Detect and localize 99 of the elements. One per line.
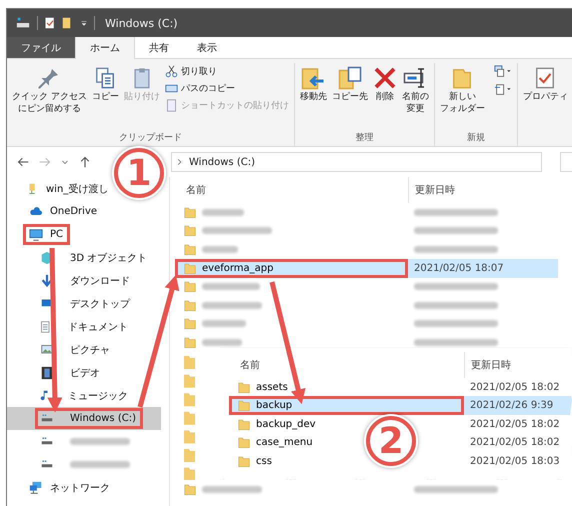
drive-icon (15, 16, 31, 30)
folder-icon (184, 298, 196, 312)
file-date: 2021/02/05 18:02 (469, 418, 560, 432)
nav-item[interactable]: デスクトップ (35, 293, 137, 314)
nav-item[interactable]: ミュージック (35, 385, 135, 406)
file-name[interactable]: css (232, 452, 278, 471)
shortcut-icon (164, 99, 178, 112)
file-date: 2021/02/26 9:39 (464, 396, 572, 416)
nav-item[interactable]: Windows (C:) (35, 408, 143, 429)
column-header[interactable]: 名前 (232, 358, 464, 372)
folder-icon (238, 399, 250, 412)
drive-icon (40, 412, 54, 424)
up-arrow-icon (79, 156, 91, 168)
nav-item[interactable]: PC (23, 224, 70, 245)
file-name[interactable]: assets (232, 378, 294, 396)
folder-icon (184, 280, 196, 294)
dropdown-icon (80, 18, 88, 28)
column-header[interactable]: 更新日時 (464, 352, 511, 378)
folder-icon (238, 454, 250, 468)
copy-icon (94, 65, 116, 91)
blurred-text (70, 461, 130, 468)
window-title: Windows (C:) (105, 16, 178, 30)
folder-icon (184, 262, 196, 275)
back-button[interactable] (17, 156, 29, 168)
chevron-right-icon (176, 158, 183, 166)
blurred-text (202, 486, 262, 493)
folder-icon (184, 242, 196, 256)
blurred-text (70, 438, 130, 445)
film-icon (40, 366, 54, 380)
blurred-text (202, 227, 272, 234)
file-name[interactable]: backup_dev (232, 414, 322, 434)
nav-item[interactable]: ダウンロード (35, 270, 137, 291)
nav-item[interactable]: win_受け渡し (23, 178, 116, 199)
drive-icon (40, 458, 54, 470)
scissors-icon (164, 65, 178, 78)
blurred-text (202, 208, 244, 216)
blurred-text (202, 302, 262, 309)
file-date: 2021/02/05 18:02 (469, 436, 560, 450)
file-name[interactable]: case_menu (232, 434, 319, 452)
cloud-icon (28, 206, 44, 218)
folder-icon (184, 224, 196, 238)
path-copy-icon (164, 82, 178, 95)
blurred-text (202, 320, 246, 328)
group-label: 整理 (354, 132, 374, 145)
checklist-icon (534, 65, 556, 91)
picture-icon (40, 344, 54, 356)
file-date: 2021/02/05 18:07 (408, 258, 558, 278)
nav-item[interactable]: ドキュメント (35, 316, 135, 337)
group-label: クリップボード (118, 131, 183, 145)
back-arrow-icon (17, 156, 29, 168)
file-date: 2021/02/05 18:03 (469, 454, 560, 469)
nav-item[interactable]: OneDrive (23, 201, 104, 222)
column-header[interactable]: 名前 (178, 183, 408, 197)
nav-item[interactable]: ビデオ (35, 362, 107, 383)
file-date: 2021/02/05 18:02 (469, 380, 560, 395)
group-label: 新規 (466, 132, 486, 145)
forward-arrow-icon (39, 156, 51, 168)
ribbon-small-button[interactable]: パスのコピー (162, 82, 291, 95)
document-icon (40, 320, 52, 334)
column-header[interactable]: 更新日時 (408, 177, 455, 203)
ribbon-button[interactable]: コピー (90, 63, 121, 106)
ribbon-button[interactable]: コピー先 (330, 63, 370, 106)
file-name[interactable]: eveforma_app (175, 258, 408, 278)
recent-button[interactable] (61, 158, 69, 166)
drive-icon (40, 436, 54, 448)
folder-icon (184, 206, 196, 219)
step-number: 1 (114, 148, 164, 198)
ribbon-button[interactable]: プロパティ (520, 63, 570, 106)
nav-item[interactable]: ネットワーク (23, 477, 117, 498)
folder-copy-icon (338, 65, 362, 91)
ribbon-button[interactable]: 移動先 (298, 63, 329, 106)
folder-icon (238, 380, 250, 394)
monitor-icon (28, 228, 44, 242)
search-field[interactable] (560, 152, 572, 172)
blurred-text (202, 338, 242, 346)
folder-icon (238, 436, 250, 450)
address-bar[interactable]: Windows (C:) (171, 152, 542, 172)
folder-icon (184, 317, 196, 330)
checklist-icon (44, 16, 56, 30)
chevron-down-icon (61, 158, 69, 166)
ribbon-button[interactable]: 新しい フォルダー (438, 63, 487, 118)
breadcrumb[interactable]: Windows (C:) (189, 156, 255, 168)
ribbon-button[interactable]: 名前の 変更 (400, 63, 431, 118)
blurred-text (202, 283, 260, 290)
delete-icon (372, 65, 397, 91)
ribbon-button[interactable]: 削除 (370, 63, 399, 106)
blurred-text (202, 246, 238, 253)
ribbon-small-button[interactable]: 切り取り (162, 65, 291, 78)
file-name[interactable]: backup (229, 396, 464, 416)
nav-item[interactable]: ピクチャ (35, 339, 117, 360)
network-icon (28, 480, 44, 494)
up-button[interactable] (79, 156, 91, 168)
folder-icon (238, 418, 250, 431)
ribbon-tab[interactable]: ホーム (75, 37, 135, 59)
ribbon-button[interactable]: クイック アクセス にピン留めする (10, 63, 89, 118)
ribbon-tab[interactable]: ファイル (7, 37, 75, 58)
folder-icon (184, 336, 196, 349)
nav-item[interactable]: 3D オブジェクト (35, 247, 154, 268)
folder-icon (184, 482, 196, 496)
